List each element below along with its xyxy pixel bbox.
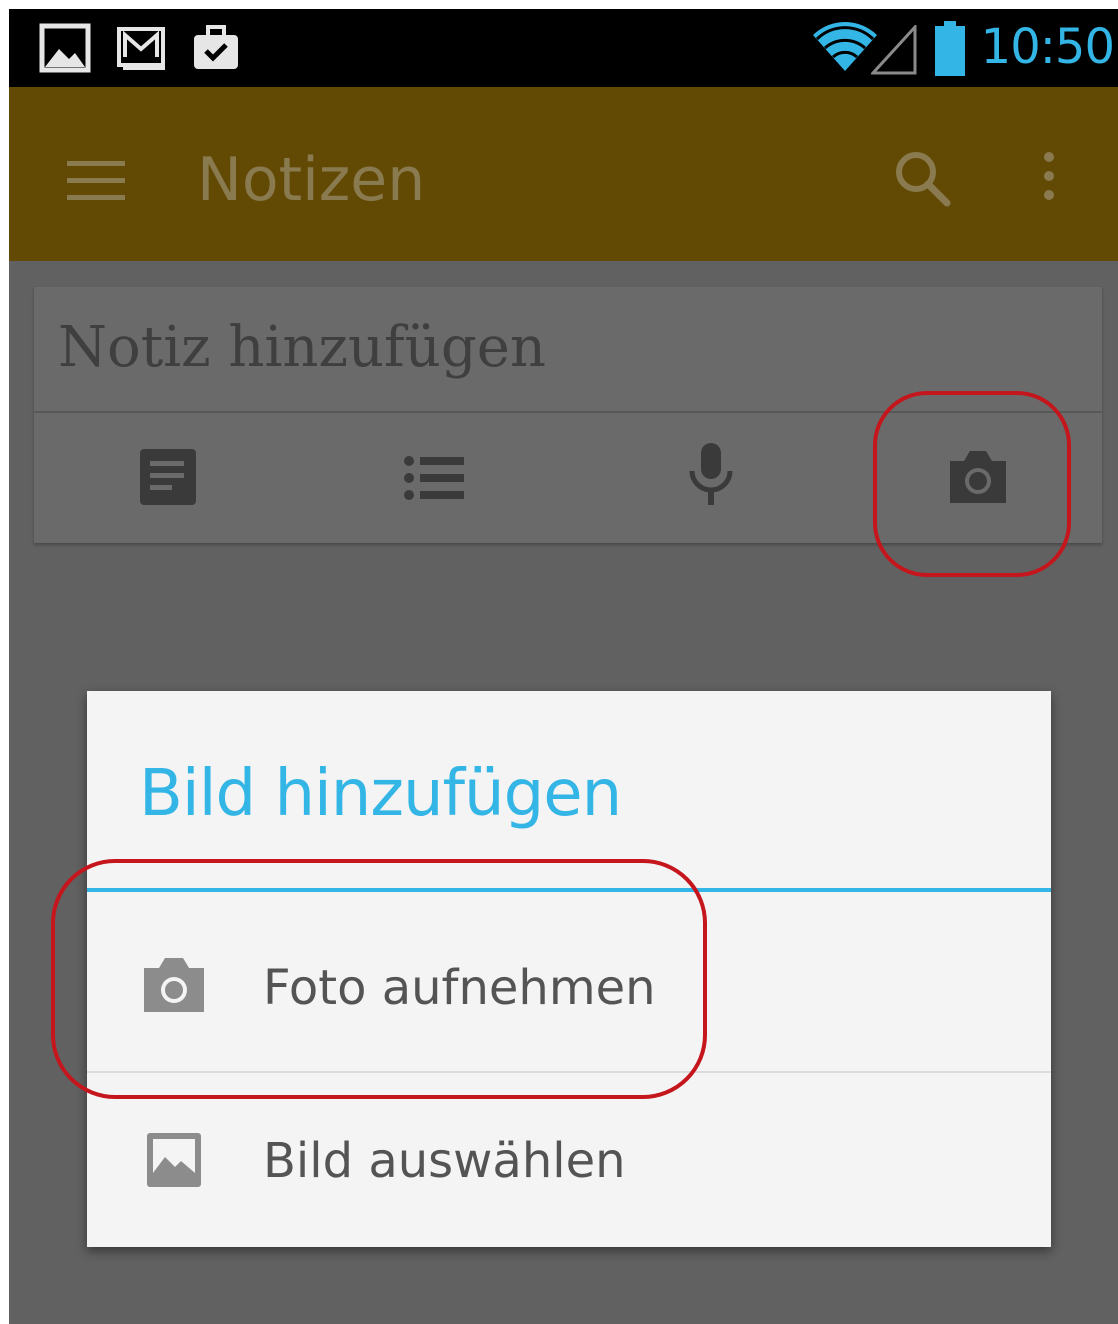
microphone-icon[interactable] [686, 441, 736, 507]
image-icon [145, 1131, 203, 1189]
battery-icon [933, 21, 967, 77]
choose-image-label: Bild auswählen [263, 1133, 626, 1189]
gallery-icon [39, 23, 91, 73]
cell-signal-icon [871, 25, 917, 75]
list-note-icon[interactable] [404, 455, 466, 501]
phone-screen: 10:50 Notizen Notiz hinzufügen Bild hinz… [9, 9, 1118, 1324]
text-note-icon[interactable] [138, 447, 198, 507]
overflow-menu-icon[interactable] [1039, 149, 1059, 205]
clock: 10:50 [980, 19, 1115, 75]
wifi-icon [811, 21, 879, 73]
camera-button-highlight [873, 391, 1071, 577]
status-bar: 10:50 [9, 9, 1118, 87]
search-icon[interactable] [893, 149, 953, 209]
hamburger-menu-icon[interactable] [67, 159, 127, 203]
dialog-title: Bild hinzufügen [139, 757, 622, 831]
action-bar: Notizen [9, 87, 1118, 261]
add-note-placeholder: Notiz hinzufügen [58, 315, 546, 380]
gmail-icon [115, 23, 169, 73]
app-title: Notizen [197, 145, 426, 215]
choose-image-option[interactable]: Bild auswählen [87, 1073, 1051, 1249]
take-photo-highlight [51, 859, 707, 1099]
briefcase-check-icon [191, 23, 241, 73]
